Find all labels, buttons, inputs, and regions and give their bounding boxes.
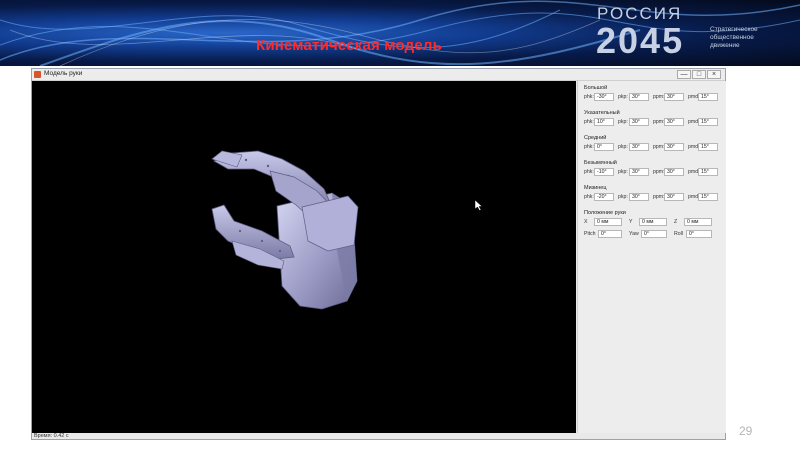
finger-label-little: Мизинец — [584, 185, 607, 191]
index-ppm-input[interactable]: 30° — [664, 118, 684, 126]
finger-label-middle: Средний — [584, 135, 607, 141]
field-label: pkp: — [618, 94, 628, 100]
field-label: ppm: — [653, 169, 665, 175]
3d-viewport[interactable] — [32, 81, 576, 433]
logo-tagline: Стратегическое общественное движение — [710, 26, 758, 49]
y-label: Y — [629, 219, 633, 225]
x-label: X — [584, 219, 588, 225]
roll-input[interactable]: 0° — [686, 230, 712, 238]
field-label: phk: — [584, 119, 594, 125]
hand-model — [211, 150, 359, 310]
maximize-button[interactable]: □ — [692, 70, 706, 79]
slide-number: 29 — [739, 424, 753, 438]
mouse-cursor-icon — [475, 200, 483, 211]
middle-pmd-input[interactable]: 15° — [698, 143, 718, 151]
ring-pkp-input[interactable]: 30° — [629, 168, 649, 176]
ring-phk-input[interactable]: -10° — [594, 168, 614, 176]
finger-label-ring: Безымянный — [584, 160, 617, 166]
ring-pmd-input[interactable]: 15° — [698, 168, 718, 176]
yaw-input[interactable]: 0° — [641, 230, 667, 238]
index-pmd-input[interactable]: 15° — [698, 118, 718, 126]
field-label: phk: — [584, 94, 594, 100]
pitch-input[interactable]: 0° — [598, 230, 622, 238]
field-label: ppm: — [653, 119, 665, 125]
status-time: Время: 0.42 с — [34, 433, 69, 439]
little-phk-input[interactable]: -20° — [594, 193, 614, 201]
field-label: ppm: — [653, 194, 665, 200]
z-input[interactable]: 0 мм — [684, 218, 712, 226]
x-input[interactable]: 0 мм — [594, 218, 622, 226]
middle-ppm-input[interactable]: 30° — [664, 143, 684, 151]
thumb-ppm-input[interactable]: 30° — [664, 93, 684, 101]
finger-label-index: Указательный — [584, 110, 620, 116]
field-label: pkp: — [618, 119, 628, 125]
roll-label: Roll — [674, 231, 683, 237]
index-pkp-input[interactable]: 30° — [629, 118, 649, 126]
field-label: phk: — [584, 169, 594, 175]
thumb-pmd-input[interactable]: 15° — [698, 93, 718, 101]
slide-title: Кинематическая модель — [256, 37, 443, 54]
field-label: pkp: — [618, 169, 628, 175]
ring-ppm-input[interactable]: 30° — [664, 168, 684, 176]
field-label: ppm: — [653, 144, 665, 150]
yaw-label: Yaw — [629, 231, 639, 237]
header-banner: Кинематическая модель РОССИЯ 2045 Страте… — [0, 0, 800, 66]
little-pmd-input[interactable]: 15° — [698, 193, 718, 201]
field-label: phk: — [584, 144, 594, 150]
little-pkp-input[interactable]: 30° — [629, 193, 649, 201]
middle-phk-input[interactable]: 0° — [594, 143, 614, 151]
thumb-phk-input[interactable]: -30° — [594, 93, 614, 101]
field-label: pkp: — [618, 144, 628, 150]
field-label: phk: — [584, 194, 594, 200]
finger-label-thumb: Большой — [584, 85, 608, 91]
app-window: Модель руки — □ × Большой phk: -30° pkp:… — [31, 68, 726, 440]
z-label: Z — [674, 219, 678, 225]
window-title: Модель руки — [44, 70, 83, 77]
minimize-button[interactable]: — — [677, 70, 691, 79]
index-phk-input[interactable]: 10° — [594, 118, 614, 126]
thumb-pkp-input[interactable]: 30° — [629, 93, 649, 101]
middle-pkp-input[interactable]: 30° — [629, 143, 649, 151]
field-label: ppm: — [653, 94, 665, 100]
little-ppm-input[interactable]: 30° — [664, 193, 684, 201]
pitch-label: Pitch — [584, 231, 596, 237]
title-bar[interactable]: Модель руки — □ × — [32, 69, 725, 81]
app-icon — [34, 71, 41, 78]
hand-position-label: Положение руки — [584, 210, 626, 216]
y-input[interactable]: 0 мм — [639, 218, 667, 226]
field-label: pkp: — [618, 194, 628, 200]
parameters-panel: Большой phk: -30° pkp: 30° ppm: 30° pmd:… — [577, 81, 726, 433]
status-bar: Время: 0.42 с — [32, 433, 725, 440]
logo-line2: 2045 — [596, 20, 685, 61]
close-button[interactable]: × — [707, 70, 721, 79]
